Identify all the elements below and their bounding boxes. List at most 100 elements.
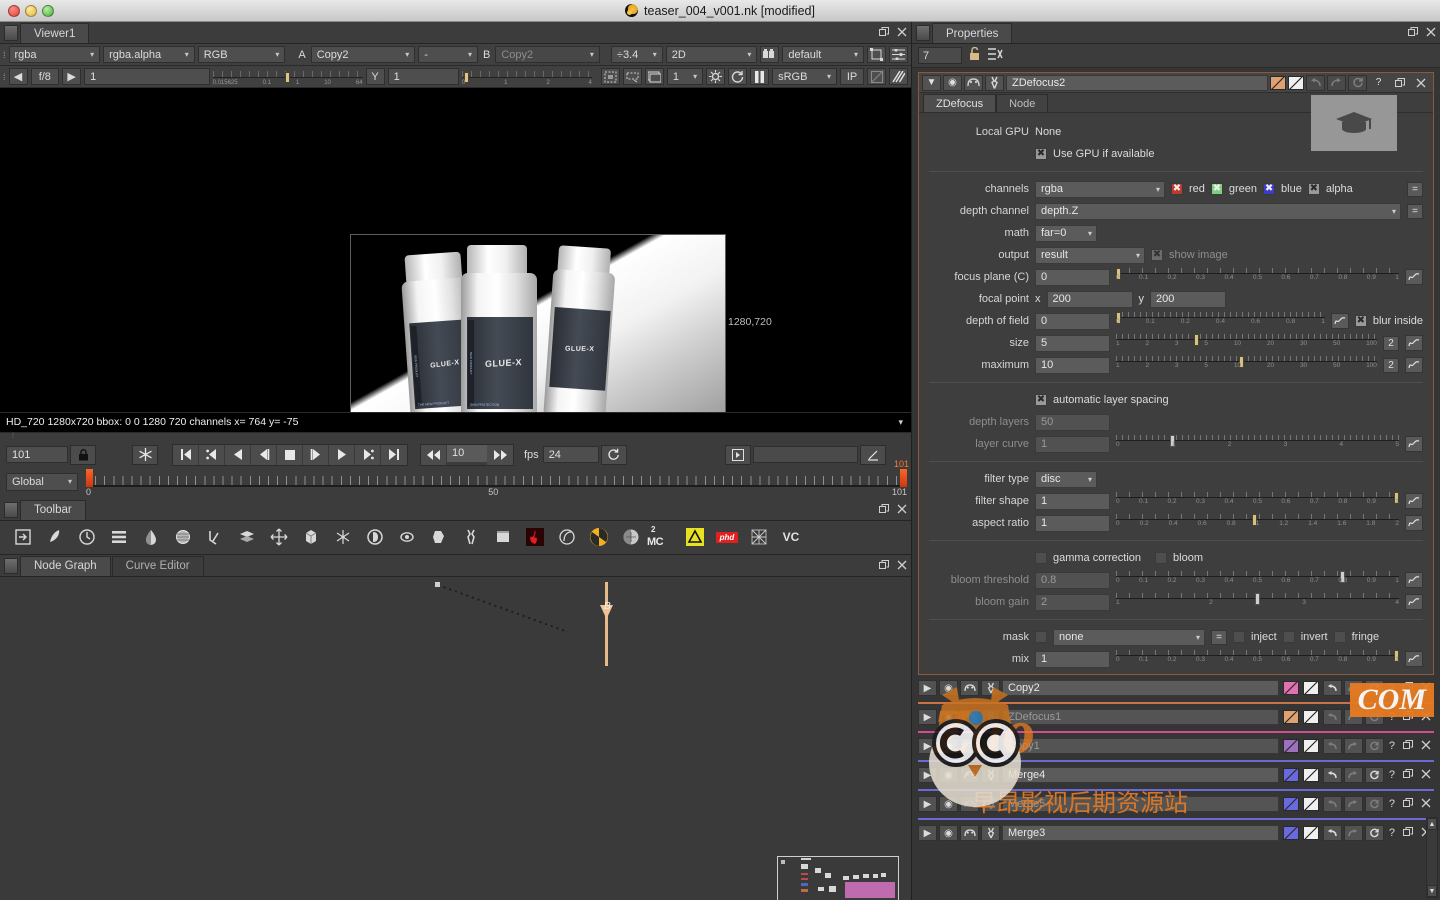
playback-mode-icon[interactable] [724,444,751,465]
frame-lock-icon[interactable] [70,444,96,465]
node-list-name[interactable]: Merge4 [1002,767,1279,783]
layer-curve-input[interactable]: 1 [1035,435,1110,453]
float-node-icon[interactable] [1400,826,1416,840]
focus-plane-slider[interactable]: 0 0.1 0.2 0.3 0.4 0.5 0.6 0.7 0.8 0.9 1 [1116,267,1399,287]
toolbar-float-icon[interactable] [879,503,889,517]
node-list-tile-swatch[interactable] [1302,710,1319,724]
node-graph-canvas[interactable]: B A image filter [0,576,911,900]
tab-node[interactable]: Node [996,94,1049,112]
node-settings-icon[interactable] [981,796,1000,812]
increment-button[interactable] [487,444,513,465]
node-thumbnail-icon[interactable] [960,796,979,812]
transport-grip[interactable]: ⁞ [0,433,911,441]
node-list-color-swatch[interactable] [1282,797,1299,811]
tab-properties[interactable]: Properties [932,23,1013,43]
undo-icon[interactable] [1322,680,1342,696]
gamma-toggle-button[interactable]: Y [365,68,385,85]
expand-node-icon[interactable]: ▶ [918,709,937,725]
node-settings-icon[interactable] [981,767,1000,783]
bloom-gain-animation-button[interactable] [1405,594,1423,610]
deep-icon[interactable] [360,523,390,551]
size-multiplier[interactable]: 2 [1383,335,1399,351]
close-panel-icon[interactable] [897,27,907,40]
aspect-ratio-animation-button[interactable] [1405,515,1423,531]
tab-viewer1[interactable]: Viewer1 [20,23,90,43]
node-list-scrollbar[interactable]: ▲ ▼ [1426,817,1438,898]
node-list-color-swatch[interactable] [1282,681,1299,695]
time-icon[interactable] [72,523,102,551]
goto-end-button[interactable] [381,444,407,465]
playback-range-field[interactable] [752,446,858,463]
tab-toolbar[interactable]: Toolbar [20,499,86,520]
node-list-tile-swatch[interactable] [1302,826,1319,840]
node-color-icon[interactable]: ◉ [939,825,958,841]
channel-red-checkbox[interactable]: ✖ [1171,183,1183,195]
undo-icon[interactable] [1322,796,1342,812]
node-tile-swatch[interactable] [1288,75,1304,90]
close-node-icon[interactable] [1418,711,1434,724]
node-thumbnail-icon[interactable] [960,767,979,783]
output-dropdown[interactable]: result ▾ [1035,246,1145,264]
close-node-icon[interactable] [1418,740,1434,753]
node-thumbnail-icon[interactable] [960,738,979,754]
properties-float-icon[interactable] [1408,27,1418,40]
viewer-roi-clear-icon[interactable] [622,68,642,85]
mix-slider[interactable]: 0 0.1 0.2 0.3 0.4 0.5 0.6 0.7 0.8 0.9 1 [1116,649,1399,669]
bloom-threshold-slider[interactable]: 0 0.1 0.2 0.3 0.4 0.5 0.6 0.7 0.8 0.9 1 [1116,570,1399,590]
undo-icon[interactable] [1322,825,1342,841]
revert-icon[interactable] [1364,767,1384,783]
node-color-icon[interactable]: ◉ [939,767,958,783]
redo-icon[interactable] [1343,738,1363,754]
node-thumbnail-icon[interactable] [964,74,983,91]
gamma-correction-checkbox[interactable] [1035,552,1047,564]
node-thumbnail-icon[interactable] [960,825,979,841]
particles-icon[interactable] [328,523,358,551]
redo-icon[interactable] [1343,709,1363,725]
stop-button[interactable] [277,444,303,465]
maximum-slider[interactable]: 1 2 3 5 10 20 30 50 100 [1116,355,1377,375]
node-list-tile-swatch[interactable] [1302,768,1319,782]
node-list-name[interactable]: Merge3 [1002,825,1279,841]
node-color-icon[interactable]: ◉ [939,680,958,696]
mix-animation-button[interactable] [1405,651,1423,667]
undo-icon[interactable] [1306,74,1325,91]
toolbar-panel-grip[interactable] [4,501,18,518]
revert-icon[interactable] [1364,709,1384,725]
help-icon[interactable]: ? [1386,740,1398,752]
node-list-color-swatch[interactable] [1282,739,1299,753]
maximum-animation-button[interactable] [1405,357,1423,373]
nodegraph-float-icon[interactable] [879,559,889,573]
help-icon[interactable]: ? [1369,75,1388,91]
gain-slider[interactable]: 0.015625 0.1 1 10 64 [212,68,363,86]
viewer-canvas[interactable]: GLUE-X NEW PRODUCT GLUE-X THE NEW PRODUC… [0,88,911,412]
focal-point-x-input[interactable]: 200 [1046,290,1133,308]
transform-icon[interactable] [264,523,294,551]
filter-icon[interactable] [168,523,198,551]
mc2-icon[interactable]: 2 MC [647,523,678,551]
depth-layers-input[interactable]: 50 [1035,413,1110,431]
focal-point-y-input[interactable]: 200 [1150,290,1226,308]
metadata-icon[interactable] [424,523,454,551]
help-icon[interactable]: ? [1386,682,1398,694]
timeline[interactable]: Global ▾ 101 0 50 101 [0,459,911,499]
undo-icon[interactable] [1322,709,1342,725]
auto-layer-checkbox[interactable]: ✖ [1035,394,1047,406]
node-list-color-swatch[interactable] [1282,710,1299,724]
node-list-row[interactable]: ▶ ◉ Merge4? [918,760,1434,786]
inject-checkbox[interactable] [1233,631,1245,643]
use-gpu-checkbox[interactable]: ✖ [1035,148,1047,160]
expand-node-icon[interactable]: ▶ [918,738,937,754]
close-node-icon[interactable] [1411,75,1430,91]
node-settings-icon[interactable] [981,825,1000,841]
help-icon[interactable]: ? [1386,798,1398,810]
layer-curve-animation-button[interactable] [1405,436,1423,452]
maximum-multiplier[interactable]: 2 [1383,357,1399,373]
depth-of-field-slider[interactable]: 0 0.1 0.2 0.4 0.6 0.8 1 [1116,311,1325,331]
node-list-tile-swatch[interactable] [1302,681,1319,695]
expand-node-icon[interactable]: ▶ [918,825,937,841]
redo-icon[interactable] [1327,74,1346,91]
fstop-prev-button[interactable]: ◀ [8,68,28,85]
help-icon[interactable]: ? [1386,711,1398,723]
goto-start-button[interactable] [173,444,199,465]
channels-dropdown[interactable]: rgba ▾ [1035,180,1165,198]
